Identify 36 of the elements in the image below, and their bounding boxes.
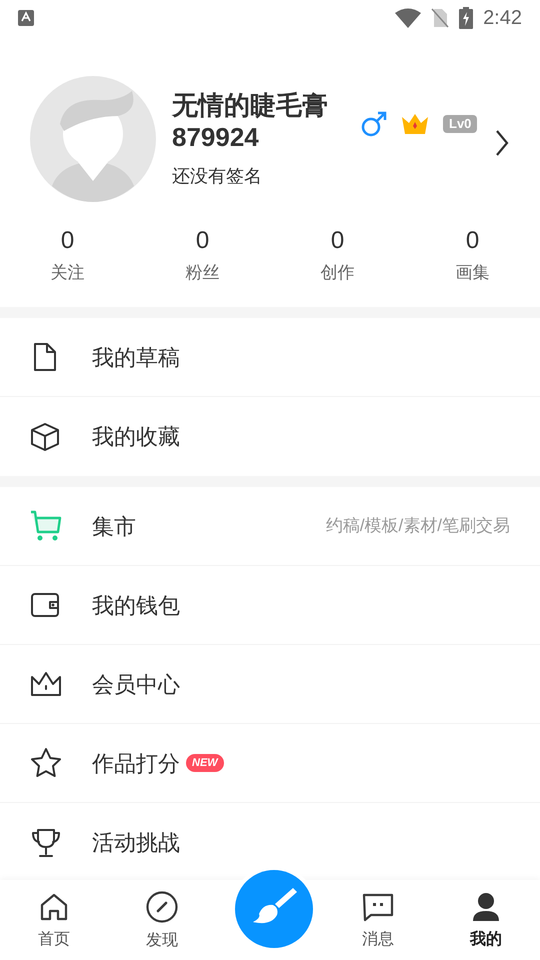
keyboard-icon <box>18 10 34 26</box>
crown-outline-icon <box>30 671 62 697</box>
home-icon <box>39 892 69 922</box>
stat-count: 0 <box>330 226 344 256</box>
cube-icon <box>30 422 60 452</box>
stat-count: 0 <box>466 226 480 256</box>
star-icon <box>30 747 62 779</box>
stat-label: 创作 <box>320 262 354 284</box>
no-sim-icon <box>431 8 450 28</box>
cart-icon <box>30 510 62 542</box>
nav-tab[interactable]: 首页 <box>0 880 108 960</box>
male-icon <box>361 111 387 137</box>
message-icon <box>362 892 394 922</box>
status-time: 2:42 <box>483 6 522 31</box>
wallet-icon <box>30 592 60 618</box>
nav-tab[interactable]: 我的 <box>432 880 540 960</box>
stat-count: 0 <box>60 226 74 256</box>
stat-count: 0 <box>196 226 210 256</box>
user-name: 无情的睫毛膏 <box>172 88 329 120</box>
crown-icon <box>401 113 429 135</box>
signature-text: 还没有签名 <box>172 164 263 188</box>
level-badge: Lv0 <box>443 115 478 133</box>
menu-hint: 约稿/模板/素材/笔刷交易 <box>326 515 510 538</box>
stat-label: 画集 <box>456 262 490 284</box>
nav-tab[interactable]: 发现 <box>108 880 216 960</box>
nav-tab[interactable]: 消息 <box>324 880 432 960</box>
battery-icon <box>459 7 474 29</box>
trophy-icon <box>30 826 62 858</box>
stat-label: 粉丝 <box>186 262 220 284</box>
person-icon <box>471 892 501 922</box>
user-id: 879924 <box>172 120 260 152</box>
new-badge: NEW <box>186 754 224 772</box>
compass-icon <box>146 891 178 923</box>
wifi-icon <box>395 8 422 28</box>
stat-label: 关注 <box>50 262 84 284</box>
chevron-right-icon[interactable] <box>495 129 510 157</box>
